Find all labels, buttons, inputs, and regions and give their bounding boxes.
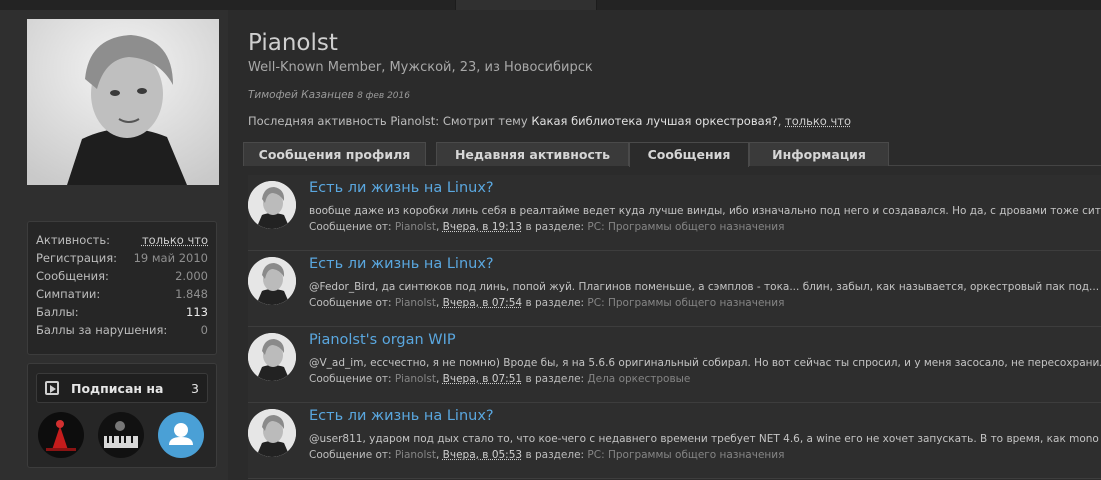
post-snippet: @V_ad_im, ессчестно, я не помню) Вроде б… xyxy=(309,357,1101,369)
stat-row-points: Баллы: 113 xyxy=(36,303,208,321)
stat-row-activity: Активность: только что xyxy=(36,231,208,249)
post-in-label: в разделе: xyxy=(525,221,585,233)
last-activity-time[interactable]: только что xyxy=(785,114,851,128)
top-nav-tab[interactable] xyxy=(455,0,597,10)
post-user-link[interactable]: Pianolst xyxy=(395,373,436,385)
stat-value: 1.848 xyxy=(175,287,208,301)
post-meta: Сообщение от: Pianolst, Вчера, в 19:13 в… xyxy=(309,221,785,233)
post-snippet: вообще даже из коробки линь себя в реалт… xyxy=(309,205,1101,217)
stat-value[interactable]: 113 xyxy=(186,303,208,321)
post-meta: Сообщение от: Pianolst, Вчера, в 07:54 в… xyxy=(309,297,785,309)
following-header[interactable]: Подписан на 3 xyxy=(36,373,208,403)
tab-profile-posts[interactable]: Сообщения профиля xyxy=(243,142,426,166)
stat-row-warning-points: Баллы за нарушения: 0 xyxy=(36,321,208,339)
post-user-link[interactable]: Pianolst xyxy=(395,297,436,309)
stat-row-likes: Симпатии: 1.848 xyxy=(36,285,208,303)
post-in-label: в разделе: xyxy=(525,373,585,385)
stat-value[interactable]: только что xyxy=(142,231,208,249)
follower-avatar-default[interactable] xyxy=(158,412,204,458)
tab-recent-activity[interactable]: Недавняя активность xyxy=(436,142,629,166)
post-meta: Сообщение от: Pianolst, Вчера, в 07:51 в… xyxy=(309,373,691,385)
post-meta: Сообщение от: Pianolst, Вчера, в 05:53 в… xyxy=(309,449,785,461)
top-navigation-bar xyxy=(0,0,1101,10)
profile-header: Pianolst Well-Known Member, Мужской, 23,… xyxy=(248,30,593,75)
user-title: Well-Known Member, Мужской, 23, из Новос… xyxy=(248,60,593,75)
stat-label: Баллы за нарушения: xyxy=(36,323,168,337)
post-section-link[interactable]: PC: Программы общего назначения xyxy=(587,221,784,233)
post-date-link[interactable]: Вчера, в 05:53 xyxy=(443,449,522,461)
post-snippet: @Fedor_Bird, да синтюков под линь, попой… xyxy=(309,281,1100,293)
stat-value: 0 xyxy=(200,323,208,337)
tab-postings[interactable]: Сообщения xyxy=(629,142,749,167)
post-in-label: в разделе: xyxy=(525,449,585,461)
list-item: Есть ли жизнь на Linux? вообще даже из к… xyxy=(248,175,1101,251)
post-title-link[interactable]: Есть ли жизнь на Linux? xyxy=(309,256,494,272)
post-avatar[interactable] xyxy=(248,409,296,457)
post-title-link[interactable]: Есть ли жизнь на Linux? xyxy=(309,180,494,196)
stat-label: Регистрация: xyxy=(36,251,117,265)
play-box-icon xyxy=(45,381,59,395)
profile-avatar[interactable] xyxy=(27,19,219,185)
post-date-link[interactable]: Вчера, в 07:51 xyxy=(443,373,522,385)
post-by-label: Сообщение от: xyxy=(309,221,392,233)
last-activity: Последняя активность Pianolst: Смотрит т… xyxy=(248,114,851,128)
follower-avatar[interactable] xyxy=(98,412,144,458)
stat-label: Баллы: xyxy=(36,305,79,319)
stat-value: 19 май 2010 xyxy=(133,251,208,265)
real-name: Тимофей Казанцев xyxy=(248,89,354,101)
post-by-label: Сообщение от: xyxy=(309,297,392,309)
custom-title: Тимофей Казанцев 8 фев 2016 xyxy=(248,89,410,101)
stat-value: 2.000 xyxy=(175,269,208,283)
profile-tabs: Сообщения профиля Недавняя активность Со… xyxy=(243,142,1101,167)
stat-label: Активность: xyxy=(36,233,110,247)
profile-main: Pianolst Well-Known Member, Мужской, 23,… xyxy=(228,10,1101,480)
stat-row-registration: Регистрация: 19 май 2010 xyxy=(36,249,208,267)
post-date-link[interactable]: Вчера, в 19:13 xyxy=(443,221,522,233)
tab-information[interactable]: Информация xyxy=(749,142,889,166)
following-count: 3 xyxy=(191,380,199,396)
last-activity-verb: Смотрит тему xyxy=(442,114,528,128)
post-in-label: в разделе: xyxy=(525,297,585,309)
post-snippet: @user811, ударом под дых стало то, что к… xyxy=(309,433,1101,445)
post-title-link[interactable]: Есть ли жизнь на Linux? xyxy=(309,408,494,424)
following-label: Подписан на xyxy=(71,380,164,396)
last-activity-thread-link[interactable]: Какая библиотека лучшая оркестровая? xyxy=(531,114,777,128)
post-avatar[interactable] xyxy=(248,257,296,305)
post-user-link[interactable]: Pianolst xyxy=(395,221,436,233)
list-item: Есть ли жизнь на Linux? @Fedor_Bird, да … xyxy=(248,251,1101,327)
following-panel: Подписан на 3 xyxy=(27,363,217,468)
member-stats-panel: Активность: только что Регистрация: 19 м… xyxy=(27,221,217,355)
post-section-link[interactable]: PC: Программы общего назначения xyxy=(587,449,784,461)
list-item: Pianolst's organ WIP @V_ad_im, ессчестно… xyxy=(248,327,1101,403)
stat-row-messages: Сообщения: 2.000 xyxy=(36,267,208,285)
post-section-link[interactable]: Дела оркестровые xyxy=(587,373,690,385)
follower-avatar[interactable] xyxy=(38,412,84,458)
user-silhouette-icon xyxy=(169,423,193,445)
stat-label: Симпатии: xyxy=(36,287,101,301)
post-avatar[interactable] xyxy=(248,181,296,229)
post-date-link[interactable]: Вчера, в 07:54 xyxy=(443,297,522,309)
post-by-label: Сообщение от: xyxy=(309,449,392,461)
last-activity-comma: , xyxy=(777,114,782,128)
list-item: Есть ли жизнь на Linux? @user811, ударом… xyxy=(248,403,1101,479)
post-by-label: Сообщение от: xyxy=(309,373,392,385)
post-title-link[interactable]: Pianolst's organ WIP xyxy=(309,332,456,348)
last-activity-prefix: Последняя активность Pianolst: xyxy=(248,114,440,128)
post-avatar[interactable] xyxy=(248,333,296,381)
profile-sidebar: Активность: только что Регистрация: 19 м… xyxy=(0,10,228,480)
stat-label: Сообщения: xyxy=(36,269,109,283)
post-section-link[interactable]: PC: Программы общего назначения xyxy=(587,297,784,309)
post-user-link[interactable]: Pianolst xyxy=(395,449,436,461)
page-title: Pianolst xyxy=(248,30,338,56)
real-name-date: 8 фев 2016 xyxy=(357,91,410,101)
